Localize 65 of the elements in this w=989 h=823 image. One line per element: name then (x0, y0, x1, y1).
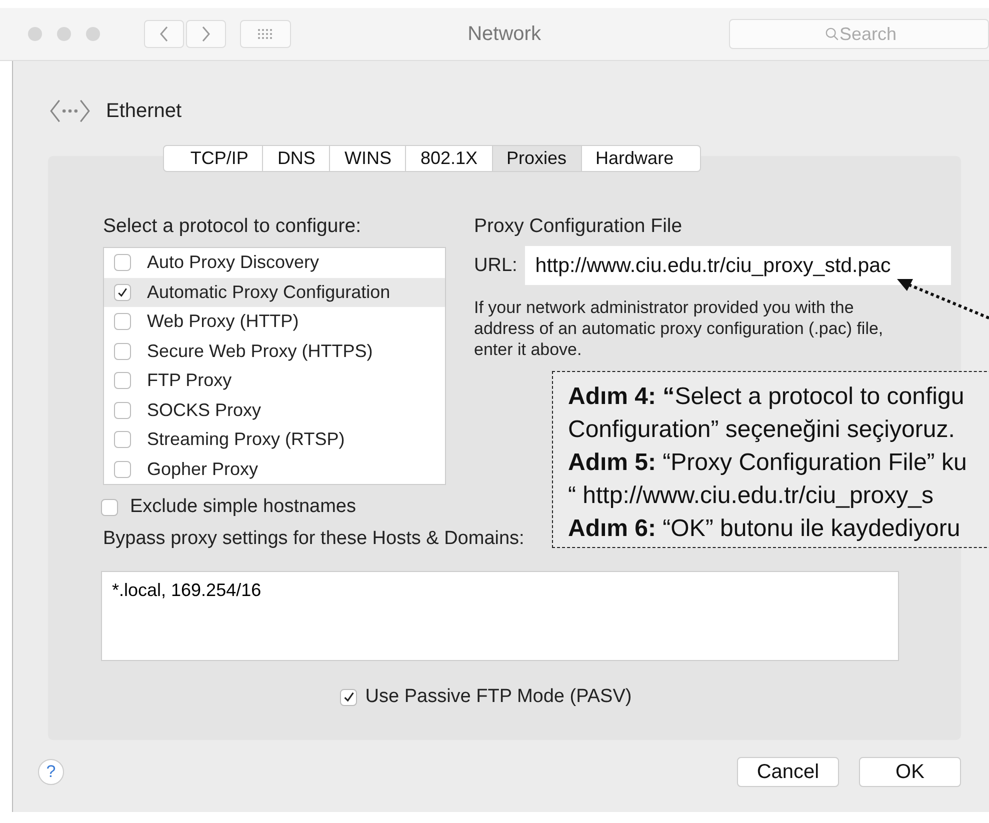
protocol-label: Automatic Proxy Configuration (147, 282, 390, 303)
protocol-item[interactable]: Automatic Proxy Configuration (104, 278, 445, 307)
dialog-button[interactable]: Cancel (737, 757, 839, 787)
tab[interactable]: WINS (330, 145, 406, 172)
bypass-label: Bypass proxy settings for these Hosts & Domains: (103, 527, 524, 551)
network-icon (48, 98, 92, 124)
checkbox[interactable] (114, 460, 131, 478)
checkbox[interactable] (114, 342, 131, 360)
protocol-label: FTP Proxy (147, 370, 232, 392)
chevron-left-icon (159, 26, 169, 42)
back-button[interactable] (144, 20, 184, 48)
protocol-label: Auto Proxy Discovery (147, 252, 320, 274)
annotation-line: Adım 6: “OK” butonu ile kaydediyoru (568, 514, 962, 544)
checkbox[interactable] (114, 254, 131, 272)
protocol-item[interactable]: Streaming Proxy (RTSP) (104, 425, 445, 454)
annotation-line: Adım 5: “Proxy Configuration File” ku (568, 448, 968, 478)
protocol-label: Secure Web Proxy (HTTPS) (147, 340, 373, 362)
chevron-right-icon (201, 26, 211, 42)
bypass-field[interactable]: *.local, 169.254/16 (101, 571, 899, 661)
checkbox[interactable] (340, 688, 358, 706)
protocol-label: Gopher Proxy (147, 458, 258, 480)
checkbox[interactable] (101, 498, 118, 516)
minimize-button[interactable] (57, 27, 71, 41)
protocol-item[interactable]: Secure Web Proxy (HTTPS) (104, 336, 445, 366)
checkmark-icon (342, 691, 355, 703)
close-button[interactable] (28, 27, 42, 41)
checkbox[interactable] (114, 431, 131, 448)
checkmark-icon (117, 286, 128, 298)
url-field[interactable]: http://www.ciu.edu.tr/ciu_proxy_std.pac (525, 246, 952, 285)
protocol-item[interactable]: SOCKS Proxy (104, 396, 445, 425)
protocol-label: SOCKS Proxy (147, 400, 262, 421)
annotation-line: Configuration” seçeneğini seçiyoruz. (568, 415, 956, 445)
protocol-label: Streaming Proxy (RTSP) (147, 429, 345, 450)
checkbox[interactable] (114, 402, 131, 419)
protocol-item[interactable]: FTP Proxy (104, 366, 445, 396)
url-label: URL: (474, 254, 518, 276)
checkbox-label: Exclude simple hostnames (130, 496, 356, 518)
tab[interactable]: 802.1X (406, 145, 493, 172)
protocol-item[interactable]: Auto Proxy Discovery (104, 248, 445, 278)
protocol-label: Web Proxy (HTTP) (147, 311, 299, 332)
help-button[interactable]: ? (38, 759, 64, 785)
checkbox[interactable] (114, 313, 131, 330)
grid-icon (257, 28, 274, 40)
protocol-item[interactable]: Web Proxy (HTTP) (104, 307, 445, 336)
interface-name: Ethernet (106, 100, 182, 122)
tab[interactable]: TCP/IP (163, 145, 264, 172)
annotation-line: Adım 4: “Select a protocol to configu (568, 382, 966, 412)
tab[interactable]: DNS (263, 145, 330, 172)
dialog-button[interactable]: OK (859, 757, 961, 787)
tab[interactable]: Proxies (492, 145, 582, 172)
protocol-heading: Select a protocol to configure: (103, 214, 362, 238)
zoom-button[interactable] (86, 27, 100, 41)
forward-button[interactable] (186, 20, 226, 48)
show-all-button[interactable] (240, 20, 291, 48)
config-heading: Proxy Configuration File (474, 214, 684, 238)
search-field[interactable]: Search (729, 19, 989, 49)
annotation-line: “ http://www.ciu.edu.tr/ciu_proxy_s (568, 481, 934, 511)
checkbox[interactable] (114, 372, 131, 390)
window-title: Network (466, 22, 542, 46)
tab[interactable]: Hardware (582, 145, 701, 172)
protocol-item[interactable]: Gopher Proxy (104, 454, 445, 484)
search-icon (825, 27, 839, 41)
checkbox-label: Use Passive FTP Mode (PASV) (365, 686, 632, 708)
checkbox[interactable] (114, 284, 131, 301)
hint-text: If your network administrator provided you with the address of an automatic proxy configuration (.pac) file, enter it above. (474, 297, 884, 360)
